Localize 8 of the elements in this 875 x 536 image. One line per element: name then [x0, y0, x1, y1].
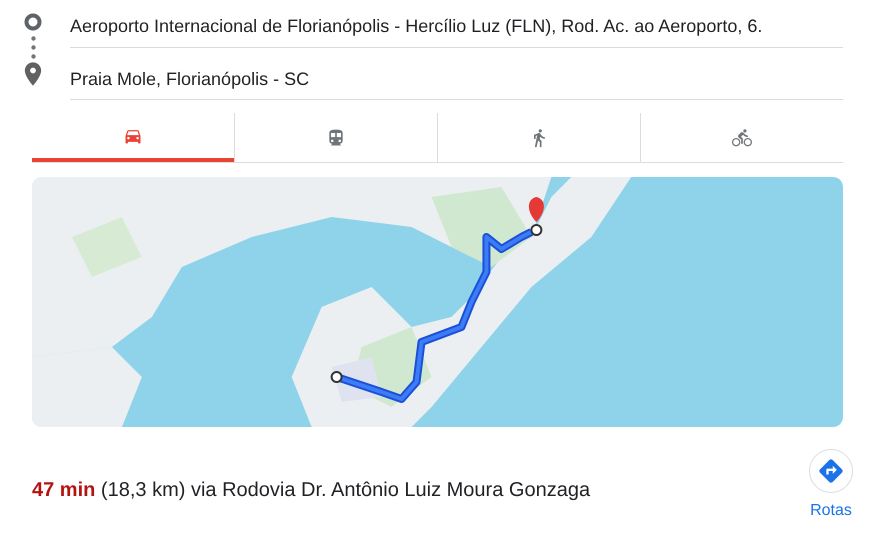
directions-icon — [817, 457, 845, 485]
dotted-line-icon — [30, 36, 36, 59]
destination-field[interactable]: Praia Mole, Florianópolis - SC — [70, 48, 843, 100]
bicycle-icon — [732, 128, 752, 148]
travel-duration: 47 min — [32, 479, 96, 501]
origin-circle-icon — [24, 13, 42, 31]
route-description: (18,3 km) via Rodovia Dr. Antônio Luiz Moura Gonzaga — [100, 479, 590, 501]
origin-field[interactable]: Aeroporto Internacional de Florianópolis - Hercílio Luz (FLN), Rod. Ac. ao Aeroporto, 6. — [70, 6, 843, 48]
